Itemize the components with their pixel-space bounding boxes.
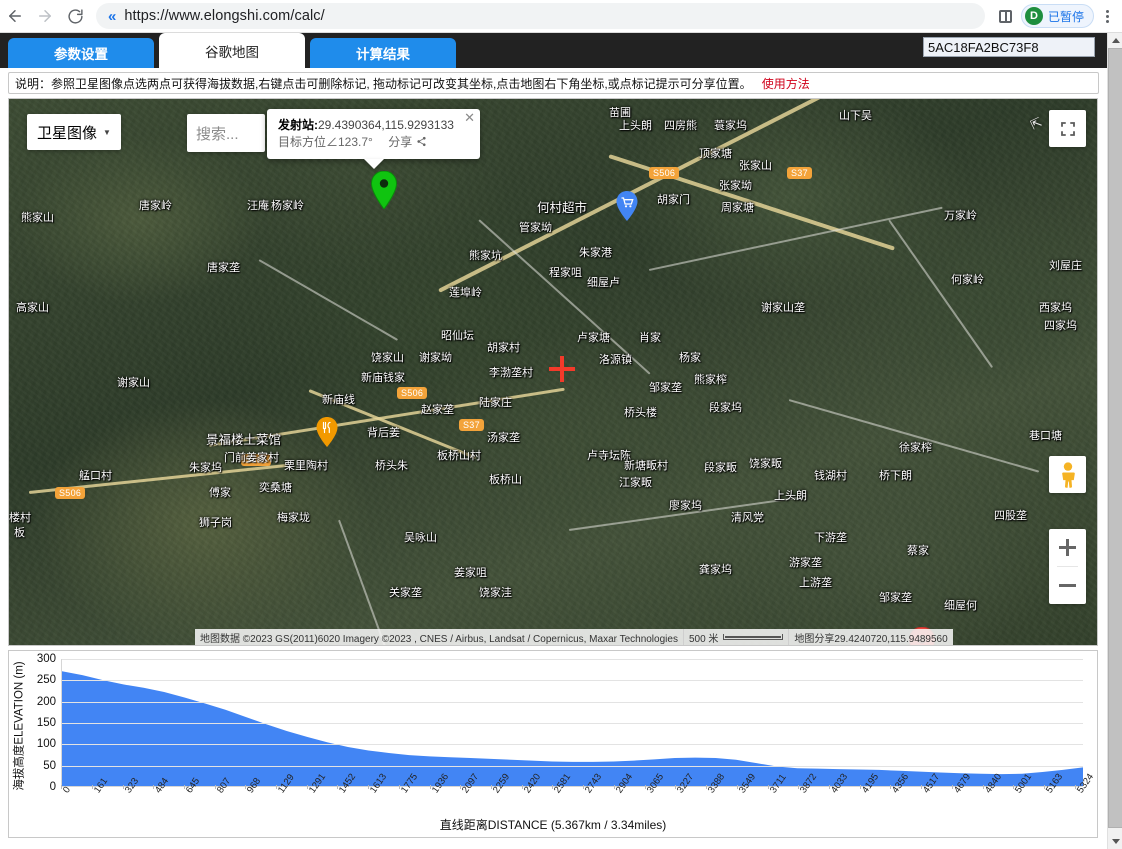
share-button[interactable]: 分享 <box>388 135 426 149</box>
chart-y-axis-ticks: 050100150200250300 <box>27 659 59 787</box>
map-type-label: 卫星图像 <box>37 122 97 143</box>
zoom-out-button[interactable] <box>1049 567 1086 604</box>
fullscreen-icon[interactable] <box>1049 110 1086 147</box>
road-shield: S506 <box>241 454 271 466</box>
scrollbar-thumb[interactable] <box>1108 48 1122 828</box>
info-window-coords: 29.4390364,115.9293133 <box>318 118 454 132</box>
avatar: D <box>1025 7 1043 25</box>
chart-gridline <box>62 659 1083 660</box>
map-type-button[interactable]: 卫星图像 ▼ <box>27 114 121 150</box>
chart-gridline <box>62 702 1083 703</box>
notice-text-box: 说明：参照卫星图像点选两点可获得海拔数据,右键点击可删除标记, 拖动标记可改变其… <box>8 72 1099 94</box>
chart-y-tick-label: 300 <box>24 653 56 665</box>
map-panel[interactable]: S506S37S506S37S506S506 熊家山高家山谢家山唐家岭汪庵杨家岭… <box>8 98 1098 646</box>
split-view-icon[interactable] <box>993 3 1019 29</box>
road-shield: S37 <box>787 167 812 179</box>
chart-gridline <box>62 723 1083 724</box>
kebab-menu-icon[interactable] <box>1096 10 1118 23</box>
road-shield: S506 <box>397 387 427 399</box>
elevation-area-path <box>62 671 1083 786</box>
red-crosshair-marker[interactable] <box>549 356 575 382</box>
chart-y-tick-label: 250 <box>24 674 56 686</box>
chevron-double-left-icon: « <box>108 9 116 24</box>
info-window-bearing: 目标方位∠123.7° <box>278 135 373 149</box>
vertical-scrollbar[interactable] <box>1107 33 1122 849</box>
green-map-marker[interactable] <box>371 171 397 209</box>
howto-link[interactable]: 使用方法 <box>762 75 810 92</box>
road-shield: S37 <box>459 419 484 431</box>
reload-icon[interactable] <box>60 1 90 31</box>
share-label: 分享 <box>388 135 412 149</box>
notice-bar: 说明：参照卫星图像点选两点可获得海拔数据,右键点击可删除标记, 拖动标记可改变其… <box>0 68 1107 98</box>
tab-calculation-results[interactable]: 计算结果 <box>310 38 456 68</box>
chart-y-tick-label: 0 <box>24 781 56 793</box>
chart-y-tick-label: 150 <box>24 717 56 729</box>
browser-toolbar: « https://www.elongshi.com/calc/ D 已暂停 <box>0 0 1122 33</box>
info-window-title: 发射站: <box>278 118 318 132</box>
chart-plot-area <box>61 659 1083 787</box>
chart-gridline <box>62 766 1083 767</box>
chart-y-tick-label: 200 <box>24 696 56 708</box>
share-icon <box>416 136 427 147</box>
map-share-coords[interactable]: 地图分享29.4240720,115.9489560 <box>789 629 952 645</box>
chart-x-axis-title: 直线距离DISTANCE (5.367km / 3.34miles) <box>9 816 1097 833</box>
address-bar-url: https://www.elongshi.com/calc/ <box>124 8 324 24</box>
close-icon[interactable]: ✕ <box>464 111 475 124</box>
zoom-in-button[interactable] <box>1049 529 1086 566</box>
address-bar[interactable]: « https://www.elongshi.com/calc/ <box>96 3 985 29</box>
chart-gridline <box>62 744 1083 745</box>
street-view-pegman-icon[interactable] <box>1049 456 1086 493</box>
restaurant-poi-icon[interactable] <box>316 417 338 447</box>
map-scale-control: 500 米 <box>684 629 789 645</box>
scale-bar <box>723 634 783 640</box>
chart-y-tick-label: 50 <box>24 760 56 772</box>
scroll-up-button[interactable] <box>1108 33 1122 48</box>
chart-y-tick-label: 100 <box>24 738 56 750</box>
supermarket-poi-icon[interactable] <box>616 191 638 221</box>
zoom-controls[interactable] <box>1049 529 1086 604</box>
chart-gridline <box>62 680 1083 681</box>
map-scale-label: 500 米 <box>689 630 718 645</box>
info-window-coords-row: 发射站:29.4390364,115.9293133 <box>278 117 470 133</box>
road-shield: S506 <box>649 167 679 179</box>
profile-pill[interactable]: D 已暂停 <box>1021 4 1094 28</box>
tab-parameter-settings[interactable]: 参数设置 <box>8 38 154 68</box>
map-search-input[interactable]: 搜索... <box>187 114 265 152</box>
profile-status-label: 已暂停 <box>1048 8 1084 25</box>
chevron-down-icon: ▼ <box>103 128 111 137</box>
back-arrow-icon[interactable] <box>0 1 30 31</box>
elevation-chart: 海拔高度ELEVATION (m) 050100150200250300 016… <box>8 650 1098 838</box>
forward-arrow-icon[interactable] <box>30 1 60 31</box>
tab-google-map[interactable]: 谷歌地图 <box>159 33 305 68</box>
code-input[interactable]: 5AC18FA2BC73F8 <box>923 37 1095 57</box>
info-window-bearing-row: 目标方位∠123.7° 分享 <box>278 134 470 151</box>
info-window[interactable]: ✕ 发射站:29.4390364,115.9293133 目标方位∠123.7°… <box>267 109 480 159</box>
page-bottom-strip <box>0 838 1107 849</box>
map-attribution-text: 地图数据 ©2023 GS(2011)6020 Imagery ©2023 , … <box>195 629 684 645</box>
road-shield: S506 <box>55 487 85 499</box>
map-attribution-bar: 地图数据 ©2023 GS(2011)6020 Imagery ©2023 , … <box>195 629 953 645</box>
scroll-down-button[interactable] <box>1108 834 1122 849</box>
notice-text: 说明：参照卫星图像点选两点可获得海拔数据,右键点击可删除标记, 拖动标记可改变其… <box>15 75 752 92</box>
